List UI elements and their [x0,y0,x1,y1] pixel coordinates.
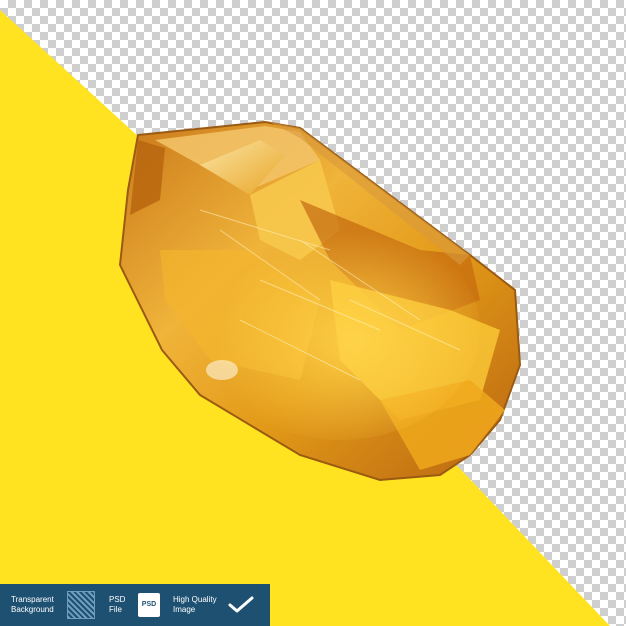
badge-psd-file: PSD File PSD [95,584,160,626]
badge-high-quality: High Quality Image [160,584,255,626]
hatch-pattern-icon [67,591,95,619]
badge-label: PSD File [109,595,126,614]
badge-transparent-background: Transparent Background [0,584,95,626]
badge-label: High Quality Image [173,595,217,614]
psd-file-icon: PSD [138,593,160,617]
image-canvas [0,0,626,626]
checkmark-icon [228,596,254,613]
feature-badge-bar: Transparent Background PSD File PSD High… [0,584,270,626]
amber-crystal-image [118,120,522,482]
badge-label: Transparent Background [11,595,54,614]
